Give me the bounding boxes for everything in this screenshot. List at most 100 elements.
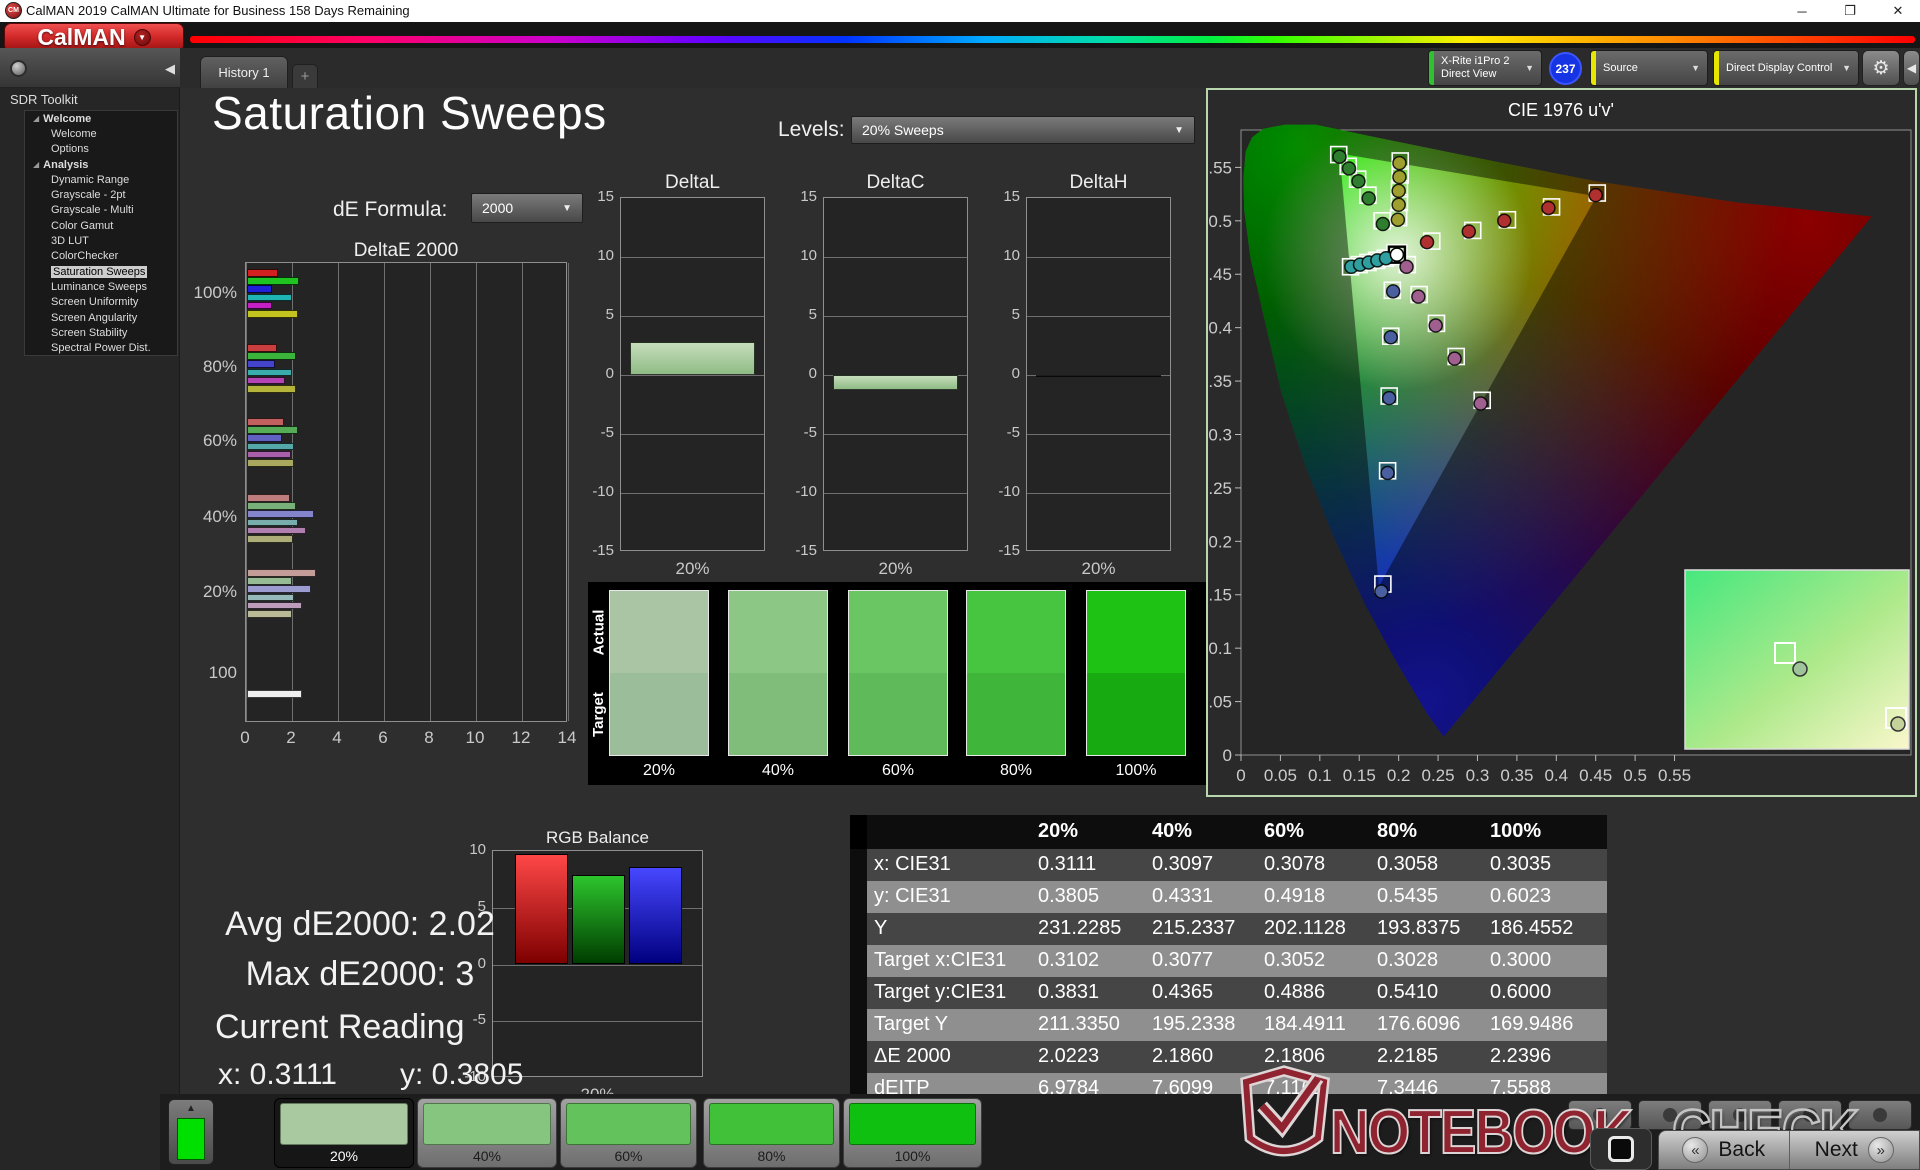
sidebar-item-grayscale-2pt[interactable]: Grayscale - 2pt [25,187,177,202]
header-strip [0,22,1920,48]
svg-text:0.4: 0.4 [1208,319,1232,338]
gridline [1027,493,1170,494]
deltae-bar-20%-0 [247,569,316,577]
transport-button-5[interactable] [1848,1100,1912,1130]
meter-status-bar [1429,51,1434,85]
add-tab-button[interactable]: + [292,64,318,88]
deltae-x-tick: 10 [465,728,485,747]
sidebar-item-grayscale-multi[interactable]: Grayscale - Multi [25,203,177,218]
sidebar-item-label: Grayscale - Multi [51,204,134,217]
close-button[interactable]: ✕ [1878,0,1918,22]
sidebar-item-saturation-sweeps[interactable]: Saturation Sweeps [25,264,177,279]
transport-button-4[interactable] [1778,1100,1842,1130]
tab-history-1[interactable]: History 1 [200,56,288,88]
meter-dropdown[interactable]: X-Rite i1Pro 2 Direct View ▼ [1428,50,1542,86]
transport-button-2[interactable] [1638,1100,1702,1130]
sidebar-item-color-gamut[interactable]: Color Gamut [25,218,177,233]
sidebar-item-welcome[interactable]: ◢ Welcome [25,111,177,126]
gridline [1027,316,1170,317]
table-row-edge [850,1041,867,1073]
pattern-button-40%[interactable]: 40% [417,1098,557,1168]
levels-dropdown[interactable]: 20% Sweeps ▼ [851,116,1195,144]
delta_c-ytick: -5 [803,424,817,441]
swatch-actual [610,591,708,673]
sidebar-item-screen-stability[interactable]: Screen Stability [25,325,177,340]
stop-button[interactable] [1590,1128,1652,1170]
pattern-button-60%[interactable]: 60% [560,1098,697,1168]
table-cell: 0.4918 [1264,885,1326,907]
table-row: Target Y 211.3350 195.2338 184.4911 176.6096… [850,1009,1607,1041]
deltae-group-label: 40% [202,507,237,526]
pattern-expand-button[interactable]: ▲ [168,1099,214,1165]
tree-expander-icon[interactable]: ◢ [33,114,39,123]
deltae-x-tick: 8 [424,728,434,747]
sidebar-item-colorchecker[interactable]: ColorChecker [25,249,177,264]
sidebar-collapse-icon[interactable]: ◀ [165,61,175,77]
pattern-chip [566,1103,691,1145]
deltae-bar-100%-3 [247,293,292,302]
pattern-button-80%[interactable]: 80% [703,1098,840,1168]
deltae-x-tick: 14 [557,728,577,747]
table-col-header: 80% [1377,820,1418,842]
settings-button[interactable]: ⚙ [1862,50,1900,86]
delta_h-ytick: -10 [998,483,1020,500]
restore-button[interactable]: ❐ [1830,0,1870,22]
back-button[interactable]: « Back [1659,1131,1790,1169]
deltae-bar-20%-3 [247,593,295,602]
svg-text:0.05: 0.05 [1208,693,1232,712]
sidebar-item-spectral-power-dist-[interactable]: Spectral Power Dist. [25,340,177,355]
sidebar-item-screen-angularity[interactable]: Screen Angularity [25,310,177,325]
table-cell: 0.5435 [1377,885,1439,907]
pattern-button-100%[interactable]: 100% [843,1098,982,1168]
table-row: Y 231.2285 215.2337 202.1128 193.8375 186.455… [850,913,1607,945]
sidebar-item-analysis[interactable]: ◢ Analysis [25,157,177,172]
transport-button-3[interactable] [1708,1100,1772,1130]
source-status-bar [1591,51,1596,85]
table-cell: 0.4886 [1264,981,1326,1003]
sidebar-item-3d-lut[interactable]: 3D LUT [25,233,177,248]
target-label: Target [589,692,607,737]
delta_h-xlabel: 20% [1081,559,1116,578]
table-cell: 0.3077 [1152,949,1214,971]
table-row: ΔE 2000 2.0223 2.1860 2.1806 2.2185 2.2396 [850,1041,1607,1073]
deltae-bar-40%-4 [247,526,306,535]
table-corner [850,815,867,849]
transport-button-1[interactable] [1568,1100,1632,1130]
table-row-label: Target Y [874,1013,949,1035]
source-dropdown[interactable]: Source ▼ [1590,50,1708,86]
panel-collapse-button[interactable]: ◀ [1903,50,1920,86]
display-control-status-bar [1714,51,1719,85]
minimize-button[interactable]: ─ [1782,0,1822,22]
deltae-chart-title: DeltaE 2000 [353,240,459,261]
sidebar-item-options[interactable]: Options [25,142,177,157]
de-formula-dropdown[interactable]: 2000 ▼ [471,193,583,223]
table-cell: 0.3035 [1490,853,1552,875]
status-led-icon [10,60,27,77]
display-control-dropdown[interactable]: Direct Display Control ▼ [1713,50,1859,86]
delta_c-ytick: 10 [800,247,817,264]
table-row: x: CIE31 0.3111 0.3097 0.3078 0.3058 0.3035 [850,849,1607,881]
delta_l-ytick: -15 [592,542,614,559]
delta_c-ytick: 0 [808,365,817,382]
table-cell: 2.1806 [1264,1045,1326,1067]
svg-text:0.4: 0.4 [1544,766,1568,785]
sidebar-item-dynamic-range[interactable]: Dynamic Range [25,172,177,187]
delta_c-ytick: -15 [795,542,817,559]
deltae-group-label: 60% [202,431,237,450]
table-cell: 211.3350 [1038,1013,1120,1035]
sidebar-item-welcome[interactable]: Welcome [25,126,177,141]
tree-expander-icon[interactable]: ◢ [33,160,39,169]
deltae-bar-100%-1 [247,277,299,285]
svg-text:0.25: 0.25 [1208,479,1232,498]
sidebar-item-luminance-sweeps[interactable]: Luminance Sweeps [25,279,177,294]
deltae-bar-80%-4 [247,376,285,385]
table-row-edge [850,945,867,977]
gridline [476,263,477,721]
pattern-label: 60% [614,1148,643,1164]
delta_h-ytick: -5 [1006,424,1020,441]
sidebar-item-screen-uniformity[interactable]: Screen Uniformity [25,295,177,310]
chevron-down-icon: ▼ [1842,63,1851,73]
next-button[interactable]: Next » [1790,1131,1920,1169]
rgb-balance-plot [492,850,703,1077]
pattern-button-20%[interactable]: 20% [274,1098,414,1168]
